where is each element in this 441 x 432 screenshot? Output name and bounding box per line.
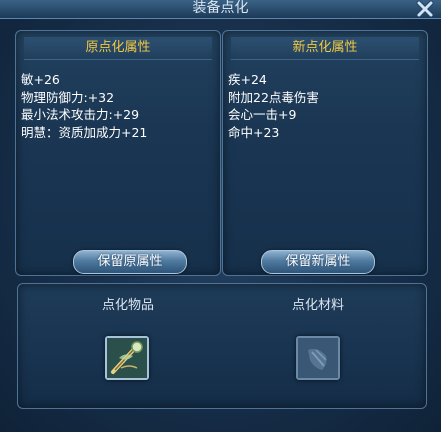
close-icon: [416, 0, 434, 18]
original-attribute: 物理防御力:+32: [21, 89, 115, 105]
new-attribute: 命中+23: [228, 124, 280, 140]
refine-slots-panel: 点化物品 点化材料: [17, 283, 427, 409]
new-attribute: 疾+24: [228, 72, 267, 87]
refine-item-slot[interactable]: [105, 336, 149, 380]
new-attributes-list: 疾+24 附加22点毒伤害 会心一击+9 命中+23: [228, 71, 319, 141]
new-attribute: 会心一击+9: [228, 107, 297, 122]
equipment-refine-window: 装备点化 原点化属性 敏+26 物理防御力:+32 最小法术攻击力:+29 明慧…: [0, 0, 441, 432]
original-attribute: 明慧：资质加成力+21: [21, 124, 148, 140]
original-attribute: 敏+26: [21, 72, 60, 87]
window-title: 装备点化: [192, 0, 249, 16]
new-attribute: 附加22点毒伤害: [228, 89, 319, 105]
keep-new-button[interactable]: 保留新属性: [261, 250, 375, 274]
material-placeholder-icon: [298, 338, 338, 378]
original-attributes-list: 敏+26 物理防御力:+32 最小法术攻击力:+29 明慧：资质加成力+21: [21, 71, 147, 141]
original-attributes-header: 原点化属性: [24, 37, 212, 60]
material-slot-label: 点化材料: [291, 298, 344, 313]
refine-material-slot[interactable]: [296, 336, 340, 380]
item-slot-label: 点化物品: [101, 298, 154, 313]
new-attributes-panel: 新点化属性 疾+24 附加22点毒伤害 会心一击+9 命中+23 保留新属性: [222, 30, 428, 276]
close-button[interactable]: [415, 0, 435, 18]
new-attributes-header: 新点化属性: [231, 37, 419, 60]
keep-original-button[interactable]: 保留原属性: [73, 250, 187, 274]
original-attributes-panel: 原点化属性 敏+26 物理防御力:+32 最小法术攻击力:+29 明慧：资质加成…: [15, 30, 221, 276]
staff-item-icon: [107, 338, 147, 378]
original-attribute: 最小法术攻击力:+29: [21, 107, 140, 122]
